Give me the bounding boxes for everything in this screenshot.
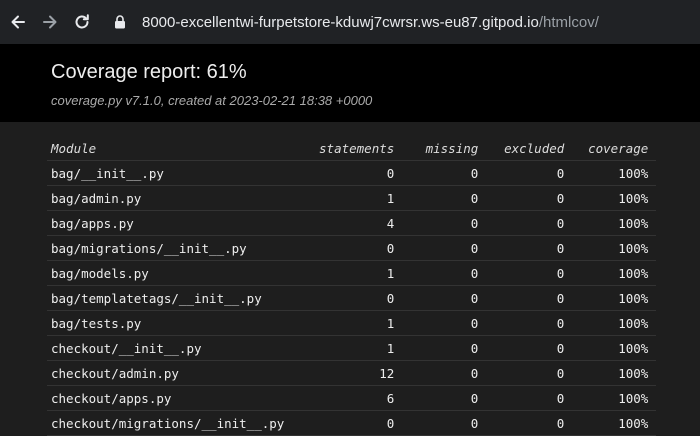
table-header-row: Module statements missing excluded cover… bbox=[47, 136, 657, 161]
statements-cell: 12 bbox=[292, 360, 403, 386]
missing-cell: 0 bbox=[402, 210, 487, 236]
module-link[interactable]: checkout/__init__.py bbox=[47, 335, 293, 361]
missing-cell: 0 bbox=[402, 285, 487, 311]
missing-cell: 0 bbox=[402, 335, 487, 361]
module-link[interactable]: bag/templatetags/__init__.py bbox=[47, 285, 293, 311]
missing-cell: 0 bbox=[402, 260, 487, 286]
excluded-cell: 0 bbox=[486, 260, 573, 286]
column-header-statements[interactable]: statements bbox=[292, 136, 403, 161]
module-link[interactable]: bag/__init__.py bbox=[47, 160, 293, 186]
back-arrow-icon bbox=[11, 15, 25, 29]
statements-cell: 1 bbox=[292, 335, 403, 361]
excluded-cell: 0 bbox=[486, 235, 573, 261]
forward-arrow-icon bbox=[43, 15, 57, 29]
module-link[interactable]: checkout/apps.py bbox=[47, 385, 293, 411]
reload-icon bbox=[75, 14, 89, 29]
table-row[interactable]: bag/tests.py 1 0 0 100% bbox=[47, 310, 657, 336]
module-link[interactable]: checkout/admin.py bbox=[47, 360, 293, 386]
browser-toolbar: 8000-excellentwi-furpetstore-kduwj7cwrsr… bbox=[0, 0, 700, 44]
excluded-cell: 0 bbox=[486, 410, 573, 436]
table-row[interactable]: bag/templatetags/__init__.py 0 0 0 100% bbox=[47, 285, 657, 311]
module-link[interactable]: bag/tests.py bbox=[47, 310, 293, 336]
excluded-cell: 0 bbox=[486, 185, 573, 211]
report-header: Coverage report: 61% coverage.py v7.1.0,… bbox=[0, 44, 700, 122]
table-row[interactable]: checkout/__init__.py 1 0 0 100% bbox=[47, 335, 657, 361]
address-bar[interactable]: 8000-excellentwi-furpetstore-kduwj7cwrsr… bbox=[104, 4, 700, 40]
page-subtitle: coverage.py v7.1.0, created at 2023-02-2… bbox=[51, 93, 372, 108]
missing-cell: 0 bbox=[402, 185, 487, 211]
missing-cell: 0 bbox=[402, 235, 487, 261]
lock-icon bbox=[112, 14, 128, 30]
table-row[interactable]: checkout/admin.py 12 0 0 100% bbox=[47, 360, 657, 386]
page-title: Coverage report: 61% bbox=[51, 61, 247, 83]
missing-cell: 0 bbox=[402, 360, 487, 386]
back-button[interactable] bbox=[6, 10, 30, 34]
excluded-cell: 0 bbox=[486, 360, 573, 386]
column-header-excluded[interactable]: excluded bbox=[486, 136, 573, 161]
coverage-cell: 100% bbox=[572, 185, 657, 211]
statements-cell: 0 bbox=[292, 235, 403, 261]
coverage-version-link[interactable]: coverage.py v7.1.0 bbox=[51, 93, 161, 108]
excluded-cell: 0 bbox=[486, 385, 573, 411]
coverage-cell: 100% bbox=[572, 235, 657, 261]
statements-cell: 0 bbox=[292, 410, 403, 436]
coverage-cell: 100% bbox=[572, 385, 657, 411]
missing-cell: 0 bbox=[402, 160, 487, 186]
coverage-cell: 100% bbox=[572, 260, 657, 286]
statements-cell: 0 bbox=[292, 285, 403, 311]
module-link[interactable]: checkout/migrations/__init__.py bbox=[47, 410, 293, 436]
module-link[interactable]: bag/migrations/__init__.py bbox=[47, 235, 293, 261]
reload-button[interactable] bbox=[70, 10, 94, 34]
table-row[interactable]: bag/apps.py 4 0 0 100% bbox=[47, 210, 657, 236]
missing-cell: 0 bbox=[402, 310, 487, 336]
report-content: Module statements missing excluded cover… bbox=[0, 122, 700, 436]
forward-button[interactable] bbox=[38, 10, 62, 34]
table-row[interactable]: bag/admin.py 1 0 0 100% bbox=[47, 185, 657, 211]
excluded-cell: 0 bbox=[486, 285, 573, 311]
missing-cell: 0 bbox=[402, 385, 487, 411]
excluded-cell: 0 bbox=[486, 160, 573, 186]
table-row[interactable]: bag/migrations/__init__.py 0 0 0 100% bbox=[47, 235, 657, 261]
coverage-cell: 100% bbox=[572, 285, 657, 311]
statements-cell: 1 bbox=[292, 260, 403, 286]
coverage-cell: 100% bbox=[572, 335, 657, 361]
table-row[interactable]: checkout/migrations/__init__.py 0 0 0 10… bbox=[47, 410, 657, 436]
excluded-cell: 0 bbox=[486, 310, 573, 336]
statements-cell: 1 bbox=[292, 310, 403, 336]
excluded-cell: 0 bbox=[486, 335, 573, 361]
table-row[interactable]: bag/__init__.py 0 0 0 100% bbox=[47, 160, 657, 186]
module-link[interactable]: bag/admin.py bbox=[47, 185, 293, 211]
module-link[interactable]: bag/models.py bbox=[47, 260, 293, 286]
created-at-text: , created at 2023-02-21 18:38 +0000 bbox=[160, 93, 373, 108]
column-header-missing[interactable]: missing bbox=[402, 136, 487, 161]
statements-cell: 4 bbox=[292, 210, 403, 236]
excluded-cell: 0 bbox=[486, 210, 573, 236]
coverage-cell: 100% bbox=[572, 310, 657, 336]
module-link[interactable]: bag/apps.py bbox=[47, 210, 293, 236]
statements-cell: 0 bbox=[292, 160, 403, 186]
url-path: /htmlcov/ bbox=[538, 13, 599, 31]
statements-cell: 1 bbox=[292, 185, 403, 211]
url-host: 8000-excellentwi-furpetstore-kduwj7cwrsr… bbox=[142, 13, 539, 31]
coverage-table: Module statements missing excluded cover… bbox=[47, 136, 657, 436]
coverage-cell: 100% bbox=[572, 160, 657, 186]
column-header-coverage[interactable]: coverage bbox=[572, 136, 657, 161]
column-header-module[interactable]: Module bbox=[47, 136, 293, 161]
statements-cell: 6 bbox=[292, 385, 403, 411]
url-text: 8000-excellentwi-furpetstore-kduwj7cwrsr… bbox=[142, 14, 599, 31]
table-row[interactable]: bag/models.py 1 0 0 100% bbox=[47, 260, 657, 286]
table-row[interactable]: checkout/apps.py 6 0 0 100% bbox=[47, 385, 657, 411]
coverage-cell: 100% bbox=[572, 210, 657, 236]
missing-cell: 0 bbox=[402, 410, 487, 436]
coverage-cell: 100% bbox=[572, 410, 657, 436]
coverage-cell: 100% bbox=[572, 360, 657, 386]
